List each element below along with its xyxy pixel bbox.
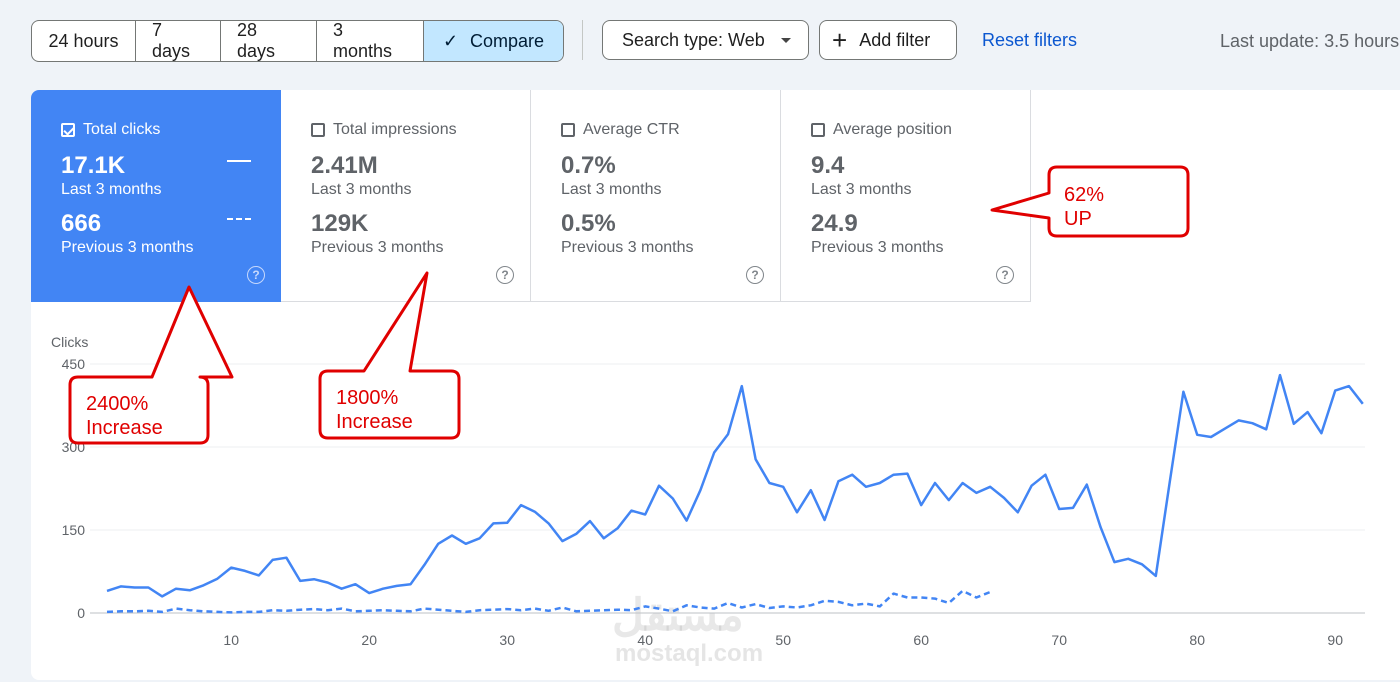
- x-tick-label: 70: [1051, 632, 1067, 648]
- y-tick-label: 0: [77, 605, 85, 621]
- callout-clicks-text: 2400% Increase: [86, 392, 163, 440]
- y-tick-label: 150: [62, 522, 86, 538]
- x-tick-label: 40: [637, 632, 653, 648]
- x-tick-label: 80: [1189, 632, 1205, 648]
- callout-impressions-word: Increase: [336, 411, 413, 433]
- callout-position-word: UP: [1064, 208, 1092, 230]
- chart-series: [106, 373, 1364, 614]
- callout-clicks-percent: 2400%: [86, 393, 149, 415]
- y-tick-label: 450: [62, 356, 86, 372]
- x-tick-label: 10: [223, 632, 239, 648]
- chart-grid: [90, 363, 1365, 614]
- clicks-line-chart: Clicks 0150300450 10 20 30 40 50 60 70 80 90: [51, 165, 1365, 648]
- callout-position-percent: 62%: [1064, 184, 1105, 206]
- callout-position-text: 62% UP: [1064, 183, 1104, 231]
- callout-impressions-text: 1800% Increase: [336, 386, 413, 434]
- current-period-line: [106, 373, 1364, 598]
- callout-impressions-percent: 1800%: [336, 387, 399, 409]
- x-tick-label: 20: [361, 632, 377, 648]
- x-tick-label: 50: [775, 632, 791, 648]
- previous-period-line: [106, 589, 991, 614]
- x-tick-labels: 10 20 30 40 50 60 70 80 90: [223, 632, 1343, 648]
- x-tick-label: 60: [913, 632, 929, 648]
- x-tick-label: 30: [499, 632, 515, 648]
- y-axis-label: Clicks: [51, 334, 88, 350]
- callout-clicks-word: Increase: [86, 417, 163, 439]
- x-tick-label: 90: [1327, 632, 1343, 648]
